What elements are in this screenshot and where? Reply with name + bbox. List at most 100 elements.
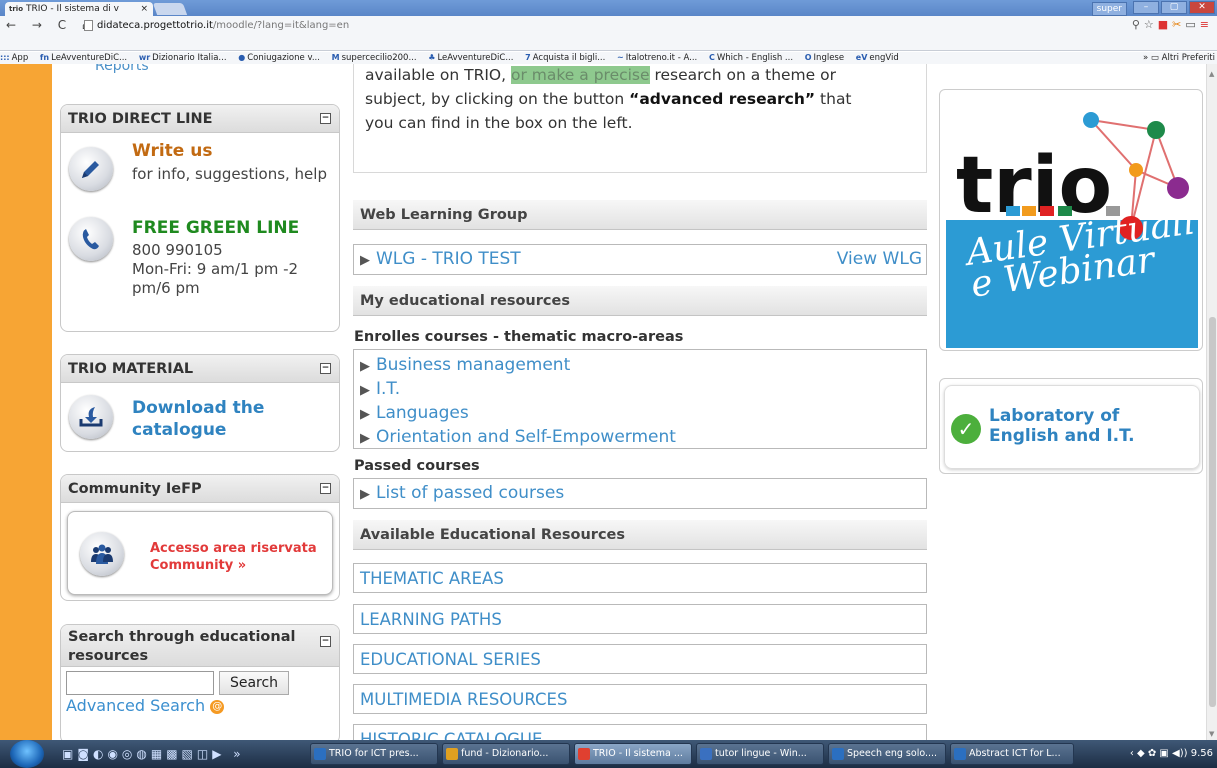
bookmark-label: LeAvventureDiC... (437, 53, 514, 63)
bookmark-label: Acquista il bigli... (532, 53, 606, 63)
course-link[interactable]: I.T. (376, 379, 400, 399)
bookmark-wr-icon: wr (138, 53, 151, 62)
tab-title: TRIO - Il sistema di v (26, 4, 119, 14)
community-link-line2: Community » (150, 558, 247, 573)
advanced-search-link[interactable]: Advanced Search @ (66, 696, 225, 715)
taskbar-item[interactable]: TRIO for ICT pres... (310, 743, 438, 765)
vertical-scrollbar[interactable]: ▲ ▼ (1206, 64, 1217, 740)
resource-link[interactable]: THEMATIC AREAS (353, 563, 927, 593)
address-host: didateca.progettotrio.it (97, 20, 213, 31)
laboratory-card[interactable]: ✓ Laboratory of English and I.T. (944, 385, 1200, 469)
download-catalogue-link[interactable]: Download the catalogue (132, 397, 322, 441)
tab-close-icon[interactable]: × (140, 2, 148, 16)
more-bookmarks-icon[interactable]: » (1143, 53, 1151, 63)
view-wlg-link[interactable]: View WLG (837, 245, 922, 274)
bookmark-label: supercecilio200... (341, 53, 417, 63)
minimize-icon[interactable]: – (1133, 1, 1159, 14)
intro-box: available on TRIO, or make a precise res… (353, 64, 927, 173)
trio-logo-image: trio Aule Virtuali e Webinar (946, 100, 1198, 348)
scroll-down-icon[interactable]: ▼ (1209, 730, 1214, 738)
folder-icon: ▭ (1150, 53, 1162, 63)
intro-text-part: available on TRIO, (365, 66, 511, 84)
bookmark-item[interactable]: Msupercecilio200... (332, 52, 417, 64)
resource-link[interactable]: MULTIMEDIA RESOURCES (353, 684, 927, 714)
zoom-icon[interactable]: ⚲ (1132, 18, 1144, 31)
collapse-icon[interactable]: − (320, 113, 331, 124)
list-item[interactable]: ▶ Business management (354, 354, 926, 378)
resource-link[interactable]: HISTORIC CATALOGUE (353, 724, 927, 740)
taskbar-item[interactable]: fund - Dizionario... (442, 743, 570, 765)
check-icon: ✓ (951, 414, 981, 444)
course-link[interactable]: Orientation and Self-Empowerment (376, 427, 676, 447)
bookmark-fn-icon: fn (39, 53, 50, 62)
search-input[interactable] (66, 671, 214, 695)
bookmark-label: Inglese (813, 53, 845, 63)
resource-link[interactable]: LEARNING PATHS (353, 604, 927, 634)
collapse-icon[interactable]: − (320, 363, 331, 374)
course-link[interactable]: Languages (376, 403, 469, 423)
tray-icons[interactable]: ‹ ◆ ✿ ▣ ◀)) (1130, 748, 1191, 759)
group-icon (80, 532, 124, 576)
scroll-up-icon[interactable]: ▲ (1209, 70, 1214, 78)
passed-courses-link[interactable]: List of passed courses (376, 483, 564, 503)
community-access-card[interactable]: Accesso area riservata Community » (67, 511, 333, 595)
list-item[interactable]: ▶ I.T. (354, 378, 926, 402)
list-item[interactable]: ▶ List of passed courses (354, 479, 926, 509)
menu-icon[interactable]: ≡ (1200, 18, 1213, 31)
block-title-text: Search through educational resources (68, 629, 296, 664)
bookmark-item[interactable]: ~ Italotreno.it - A... (617, 52, 697, 64)
bookmark-item[interactable]: eV engVid (856, 52, 899, 64)
extension-orange-icon[interactable]: ✂ (1172, 18, 1185, 31)
triangle-right-icon: ▶ (360, 253, 370, 268)
browser-tab-active[interactable]: trio TRIO - Il sistema di v × (5, 2, 153, 16)
new-tab-button[interactable] (152, 3, 188, 15)
taskbar-item[interactable]: tutor lingue - Win... (696, 743, 824, 765)
course-link[interactable]: Business management (376, 355, 570, 375)
close-window-icon[interactable]: ✕ (1189, 1, 1215, 14)
search-block: Search through educational resources − S… (60, 624, 340, 740)
bookmark-item[interactable]: 7 Acquista il bigli... (525, 52, 605, 64)
browser-titlebar: trio TRIO - Il sistema di v × super – ▢ ✕ (0, 0, 1217, 16)
other-bookmarks[interactable]: » ▭ Altri Preferiti (1143, 52, 1215, 64)
address-bar[interactable]: didateca.progettotrio.it/moodle/?lang=it… (84, 18, 1094, 34)
bookmark-item[interactable]: wr Dizionario Italia... (139, 52, 227, 64)
collapse-icon[interactable]: − (320, 636, 331, 647)
collapse-icon[interactable]: − (320, 483, 331, 494)
bookmark-clover-icon: ♣ (428, 53, 436, 62)
nav-buttons[interactable]: ← → C ⌂ (6, 18, 96, 32)
intro-text-part: subject, by clicking on the button (365, 90, 630, 108)
search-button[interactable]: Search (219, 671, 289, 695)
bookmark-item[interactable]: fn LeAvventureDiC... (40, 52, 127, 64)
cast-icon[interactable]: ▭ (1185, 18, 1199, 31)
write-us-link[interactable]: Write us (132, 141, 212, 161)
other-bookmarks-label: Altri Preferiti (1161, 53, 1215, 63)
star-icon[interactable]: ☆ (1144, 18, 1158, 31)
bookmark-which-icon: C (708, 53, 715, 62)
bookmark-item[interactable]: ::: App (0, 52, 28, 64)
maximize-icon[interactable]: ▢ (1161, 1, 1187, 14)
enrolled-header: Enrolles courses - thematic macro-areas (354, 329, 684, 345)
profile-badge[interactable]: super (1091, 2, 1127, 16)
community-link[interactable]: Accesso area riservata Community » (150, 540, 317, 574)
bookmark-item[interactable]: C Which - English ... (709, 52, 793, 64)
list-item[interactable]: ▶ Orientation and Self-Empowerment (354, 426, 926, 450)
laboratory-link[interactable]: Laboratory of English and I.T. (989, 406, 1189, 446)
aule-virtuali-banner[interactable]: trio Aule Virtuali e Webinar (939, 89, 1203, 351)
taskbar-item[interactable]: Abstract ICT for L... (950, 743, 1074, 765)
resource-link[interactable]: EDUCATIONAL SERIES (353, 644, 927, 674)
scroll-thumb[interactable] (1209, 317, 1216, 707)
bookmark-item[interactable]: ● Coniugazione v... (238, 52, 320, 64)
extension-red-icon[interactable]: ■ (1158, 18, 1172, 31)
list-item[interactable]: ▶ Languages (354, 402, 926, 426)
bookmark-item[interactable]: O Inglese (805, 52, 844, 64)
taskbar-item[interactable]: TRIO - Il sistema ... (574, 743, 692, 765)
taskbar-item[interactable]: Speech eng solo.... (828, 743, 946, 765)
community-block: Community IeFP − Accesso area riservata … (60, 474, 340, 601)
clock[interactable]: 9.56 (1191, 748, 1213, 759)
start-button[interactable] (10, 740, 44, 768)
quick-launch-icons[interactable]: ▣◙◐◉◎◍▦▩▧◫▶ » (62, 747, 245, 761)
extension-icons[interactable]: ⚲☆■✂▭≡ (1132, 18, 1213, 31)
reports-link[interactable]: Reports (95, 64, 149, 74)
wlg-item-link[interactable]: WLG - TRIO TEST (376, 249, 521, 269)
bookmark-item[interactable]: ♣ LeAvventureDiC... (428, 52, 513, 64)
